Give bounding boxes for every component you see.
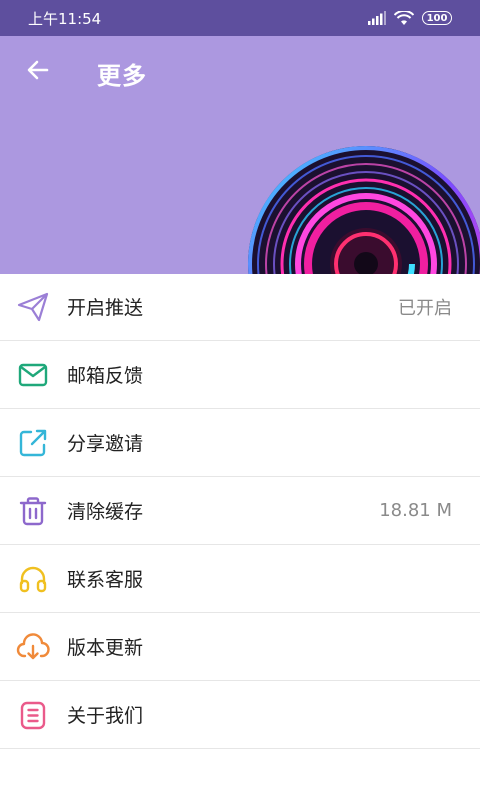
settings-list: 开启推送 已开启 邮箱反馈 分享邀请 清除缓存 18.81 M 联系客服 版本更… <box>0 273 480 749</box>
menu-item-clear-cache[interactable]: 清除缓存 18.81 M <box>0 477 480 545</box>
battery-level: 100 <box>426 12 448 24</box>
info-card-icon <box>16 698 50 732</box>
menu-item-label: 清除缓存 <box>67 501 144 523</box>
menu-item-label: 版本更新 <box>67 637 144 659</box>
status-bar: 上午11:54 100 <box>0 0 480 36</box>
menu-item-label: 关于我们 <box>67 705 144 727</box>
header-banner: 更多 <box>0 36 480 274</box>
arrow-left-icon <box>27 60 49 80</box>
back-button[interactable] <box>22 54 54 86</box>
menu-item-label: 分享邀请 <box>67 433 144 455</box>
trash-icon <box>16 494 50 528</box>
wifi-icon <box>394 10 414 25</box>
share-icon <box>16 426 50 460</box>
page-title: 更多 <box>97 62 147 90</box>
menu-item-version-update[interactable]: 版本更新 <box>0 613 480 681</box>
mail-icon <box>16 358 50 392</box>
headphones-icon <box>16 562 50 596</box>
battery-icon: 100 <box>422 11 452 25</box>
push-status-value: 已开启 <box>398 297 452 319</box>
cloud-download-icon <box>16 630 50 664</box>
menu-item-share-invite[interactable]: 分享邀请 <box>0 409 480 477</box>
vinyl-disc-illustration <box>248 146 480 274</box>
status-time: 上午11:54 <box>28 9 102 28</box>
menu-item-about-us[interactable]: 关于我们 <box>0 681 480 749</box>
menu-item-label: 联系客服 <box>67 569 144 591</box>
send-icon <box>16 290 50 324</box>
status-icons: 100 <box>368 10 452 26</box>
menu-item-label: 邮箱反馈 <box>67 365 144 387</box>
menu-item-email-feedback[interactable]: 邮箱反馈 <box>0 341 480 409</box>
signal-icon <box>368 11 386 25</box>
menu-item-push[interactable]: 开启推送 已开启 <box>0 273 480 341</box>
menu-item-label: 开启推送 <box>67 297 144 319</box>
menu-item-customer-service[interactable]: 联系客服 <box>0 545 480 613</box>
cache-size-value: 18.81 M <box>379 500 452 521</box>
